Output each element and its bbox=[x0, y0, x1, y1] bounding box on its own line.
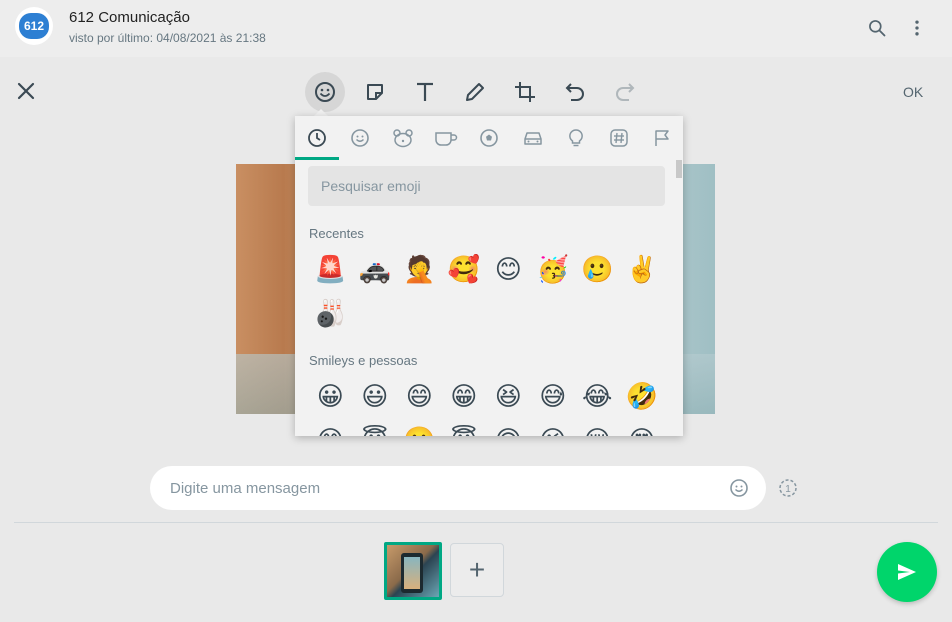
recent-section-title: Recentes bbox=[309, 226, 364, 241]
emoji-item[interactable]: 😂 bbox=[575, 375, 620, 419]
menu-icon[interactable] bbox=[905, 16, 929, 40]
crop-icon[interactable] bbox=[505, 72, 545, 112]
ok-button[interactable]: OK bbox=[903, 84, 923, 100]
category-active-indicator bbox=[295, 157, 339, 160]
close-icon[interactable] bbox=[15, 80, 37, 102]
emoji-item[interactable]: 😅 bbox=[531, 375, 576, 419]
lightbulb-icon[interactable] bbox=[564, 126, 588, 150]
avatar-logo: 612 bbox=[19, 13, 49, 39]
bear-icon[interactable] bbox=[391, 126, 415, 150]
send-button[interactable] bbox=[877, 542, 937, 602]
emoji-item[interactable]: 😀 bbox=[308, 375, 353, 419]
emoji-panel: Recentes 🚨🚓🤦🥰😊🥳🥲✌️🎳 Smileys e pessoas 😀😃… bbox=[295, 116, 683, 436]
smileys-section-title: Smileys e pessoas bbox=[309, 353, 418, 368]
media-thumbnail[interactable] bbox=[384, 542, 442, 600]
cup-icon[interactable] bbox=[434, 126, 458, 150]
emoji-item[interactable]: 🙂 bbox=[397, 419, 442, 436]
thumbnail-phone-screen bbox=[404, 557, 420, 589]
emoji-item[interactable]: 🥳 bbox=[531, 248, 576, 292]
message-input[interactable] bbox=[170, 478, 710, 498]
emoji-item[interactable]: 😆 bbox=[486, 375, 531, 419]
avatar[interactable]: 612 bbox=[15, 7, 53, 45]
emoji-item[interactable]: 😄 bbox=[397, 375, 442, 419]
emoji-item[interactable]: 🥲 bbox=[575, 248, 620, 292]
message-box bbox=[150, 466, 766, 510]
divider bbox=[14, 522, 938, 523]
emoji-item[interactable]: 😍 bbox=[620, 419, 665, 436]
emoji-item[interactable]: 🙃 bbox=[486, 419, 531, 436]
emoji-scrollbar[interactable] bbox=[676, 160, 682, 178]
send-icon bbox=[898, 564, 916, 580]
emoji-item[interactable]: 😌 bbox=[575, 419, 620, 436]
emoji-item[interactable]: 🥰 bbox=[442, 248, 487, 292]
smiley-emoji-grid: 😀😃😄😁😆😅😂🤣😊😇🙂😇🙃😉😌😍 bbox=[308, 375, 668, 436]
emoji-item[interactable]: 🤦 bbox=[397, 248, 442, 292]
flag-icon[interactable] bbox=[650, 126, 674, 150]
hash-icon[interactable] bbox=[607, 126, 631, 150]
chat-header: 612 612 Comunicação visto por último: 04… bbox=[0, 0, 952, 57]
clock-icon[interactable] bbox=[305, 126, 329, 150]
emoji-item[interactable]: 🚓 bbox=[353, 248, 398, 292]
pencil-icon[interactable] bbox=[455, 72, 495, 112]
emoji-item[interactable]: 😉 bbox=[531, 419, 576, 436]
redo-icon[interactable] bbox=[605, 72, 645, 112]
smiley-icon[interactable] bbox=[348, 126, 372, 150]
emoji-item[interactable]: 😃 bbox=[353, 375, 398, 419]
emoji-item[interactable]: 🤣 bbox=[620, 375, 665, 419]
emoji-item[interactable]: 😁 bbox=[442, 375, 487, 419]
recent-emoji-grid: 🚨 🚓 🤦 🥰 😊 🥳 🥲 ✌️ 🎳 bbox=[308, 248, 668, 336]
emoji-item[interactable]: ✌️ bbox=[620, 248, 665, 292]
emoji-category-bar bbox=[295, 116, 683, 160]
undo-icon[interactable] bbox=[555, 72, 595, 112]
last-seen-status: visto por último: 04/08/2021 às 21:38 bbox=[69, 31, 266, 45]
emoji-item[interactable]: 😇 bbox=[353, 419, 398, 436]
text-icon[interactable] bbox=[405, 72, 445, 112]
emoji-search-input[interactable] bbox=[308, 166, 665, 206]
contact-name[interactable]: 612 Comunicação bbox=[69, 9, 190, 26]
add-media-button[interactable]: + bbox=[450, 543, 504, 597]
car-icon[interactable] bbox=[521, 126, 545, 150]
emoji-item[interactable]: 🚨 bbox=[308, 248, 353, 292]
emoji-button-icon[interactable] bbox=[729, 478, 749, 498]
ball-icon[interactable] bbox=[477, 126, 501, 150]
emoji-item[interactable]: 😊 bbox=[308, 419, 353, 436]
emoji-item[interactable]: 😊 bbox=[486, 248, 531, 292]
search-icon[interactable] bbox=[865, 16, 889, 40]
emoji-item[interactable]: 😇 bbox=[442, 419, 487, 436]
view-once-label: 1 bbox=[785, 484, 791, 495]
emoji-icon[interactable] bbox=[305, 72, 345, 112]
emoji-item[interactable]: 🎳 bbox=[308, 292, 353, 336]
sticker-icon[interactable] bbox=[355, 72, 395, 112]
view-once-icon[interactable]: 1 bbox=[778, 478, 798, 498]
